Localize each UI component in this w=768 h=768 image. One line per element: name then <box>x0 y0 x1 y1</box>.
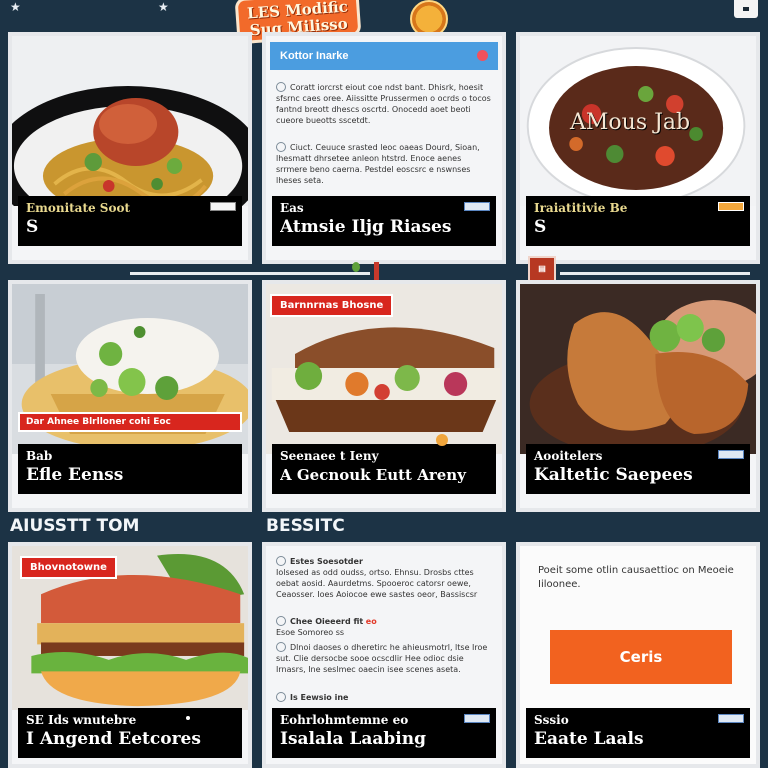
section-title: AIUSSTT TOM <box>10 516 140 536</box>
card-subtitle: Bab <box>26 449 53 463</box>
card-title: Efle Eenss <box>26 465 124 485</box>
bullet-icon <box>276 692 286 702</box>
article-paragraph: Coratt iorcrst eiout coe ndst bant. Dhis… <box>276 82 491 125</box>
card-subtitle: Seenaee t Ieny <box>280 449 379 463</box>
card-subtitle: Emonitate Soot <box>26 201 131 215</box>
article-card[interactable]: Kottor Inarke Coratt iorcrst eiout coe n… <box>262 32 506 264</box>
food-card[interactable]: AMous Jab Iraiatitivie Be S <box>516 32 760 264</box>
article-paragraph: Chee Oieeerd fit eo Esoe Somoreo ss <box>276 616 377 637</box>
bullet-icon <box>276 616 286 626</box>
tag-icon <box>718 202 744 211</box>
card-caption: Emonitate Soot S <box>18 196 242 246</box>
card-title: A Gecnouk Eutt Areny <box>280 466 466 484</box>
dot-icon <box>186 716 190 720</box>
card-title: I Angend Eetcores <box>26 729 201 749</box>
promo-ribbon: Barnnrnas Bhosne <box>270 294 394 317</box>
card-caption: Seenaee t Ieny A Gecnouk Eutt Areny <box>272 444 496 494</box>
food-card[interactable]: Bhovnotowne SE Ids wnutebre I Angend Eet… <box>8 542 252 768</box>
promo-ribbon: Dar Ahnee Blrlloner cohi Eoc <box>18 412 242 432</box>
bullet-icon <box>276 142 286 152</box>
card-title: S <box>26 217 39 237</box>
article-paragraph: Dlnoi daoses o dheretirc he ahieusmotrl,… <box>276 642 488 674</box>
star-icon: ★ <box>10 0 21 14</box>
roast-chicken-image <box>520 284 756 454</box>
card-title: Isalala Laabing <box>280 729 426 749</box>
article-card[interactable]: Estes Soesotder Iolsesed as odd oudss, o… <box>262 542 506 768</box>
card-title: Kaltetic Saepees <box>534 465 693 485</box>
card-title: S <box>534 217 547 237</box>
card-title: Atmsie Iljg Riases <box>280 217 452 237</box>
tag-icon <box>210 202 236 211</box>
flame-icon <box>436 434 448 446</box>
leaf-icon <box>352 262 360 272</box>
card-caption: Sssio Eaate Laals <box>526 708 750 758</box>
section-title: BESSITC <box>266 516 345 536</box>
tag-icon <box>464 714 490 723</box>
cta-card[interactable]: Poeit some otlin causaettioc on Meoeie I… <box>516 542 760 768</box>
top-bar: ★ ★ LES Modific Sug Milisso <box>0 0 768 45</box>
card-caption: Bab Efle Eenss <box>18 444 242 494</box>
card-subtitle: Eohrlohmtemne eo <box>280 713 409 727</box>
tag-icon <box>718 714 744 723</box>
article-header-label: Kottor Inarke <box>280 50 349 62</box>
card-caption: Eohrlohmtemne eo Isalala Laabing <box>272 708 496 758</box>
article-paragraph: Is Eewsio ine <box>276 692 492 703</box>
card-caption: Iraiatitivie Be S <box>526 196 750 246</box>
star-icon: ★ <box>158 0 169 14</box>
food-card[interactable]: Emonitate Soot S <box>8 32 252 264</box>
cta-button[interactable]: Ceris <box>550 630 732 684</box>
bullet-icon <box>276 556 286 566</box>
card-title: Eaate Laals <box>534 729 644 749</box>
cta-description: Poeit some otlin causaettioc on Meoeie I… <box>538 565 734 590</box>
card-subtitle: SE Ids wnutebre <box>26 713 137 727</box>
row-divider <box>560 272 750 275</box>
food-card[interactable]: Aooitelers Kaltetic Saepees <box>516 280 760 512</box>
card-subtitle: Sssio <box>534 713 569 727</box>
article-paragraph: Estes Soesotder Iolsesed as odd oudss, o… <box>276 556 478 599</box>
article-header: Kottor Inarke <box>270 42 498 70</box>
bullet-icon <box>276 82 286 92</box>
card-subtitle: Aooitelers <box>534 449 603 463</box>
row-divider <box>130 272 370 275</box>
article-paragraph: Ciuct. Ceuuce srasted leoc oaeas Dourd, … <box>276 142 480 185</box>
food-card[interactable]: Dar Ahnee Blrlloner cohi Eoc Bab Efle Ee… <box>8 280 252 512</box>
tag-icon <box>718 450 744 459</box>
card-caption: Eas Atmsie Iljg Riases <box>272 196 496 246</box>
card-caption: Aooitelers Kaltetic Saepees <box>526 444 750 494</box>
card-subtitle: Iraiatitivie Be <box>534 201 628 215</box>
promo-ribbon: Bhovnotowne <box>20 556 117 579</box>
card-caption: SE Ids wnutebre I Angend Eetcores <box>18 708 242 758</box>
window-icon[interactable] <box>734 0 758 18</box>
bullet-icon <box>276 642 286 652</box>
tag-icon <box>464 202 490 211</box>
pin-icon <box>374 262 379 282</box>
heart-icon[interactable] <box>477 50 488 61</box>
dish-overlay-text: AMous Jab <box>570 110 691 135</box>
spaghetti-meatball-image <box>12 36 248 206</box>
card-subtitle: Eas <box>280 201 304 215</box>
food-card[interactable]: Barnnrnas Bhosne Seenaee t Ieny A Gecnou… <box>262 280 506 512</box>
